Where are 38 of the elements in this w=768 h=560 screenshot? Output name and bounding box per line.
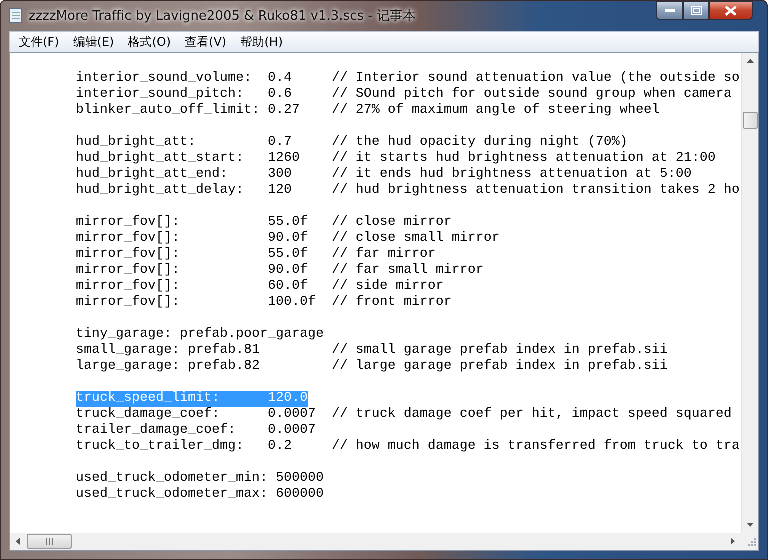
close-icon [725,6,737,16]
close-button[interactable] [709,1,753,20]
text-line: interior_sound_pitch: 0.6 // SOund pitch for outside sound group when camera [76,87,732,103]
text-line: truck_to_trailer_dmg: 0.2 // how much damage is transferred from truck to tra [76,439,740,455]
text-line: mirror_fov[]: 90.0f // close small mirror [76,231,500,247]
text-line: hud_bright_att_end: 300 // it ends hud brightness attenuation at 5:00 [76,167,692,183]
text-line: mirror_fov[]: 55.0f // close mirror [76,215,452,231]
text-line: interior_sound_volume: 0.4 // Interior sound attenuation value (the outside so [76,71,740,87]
menu-item[interactable]: 查看(V) [178,34,234,50]
menu-item[interactable]: 帮助(H) [234,34,290,50]
text-line: small_garage: prefab.81 // small garage prefab index in prefab.sii [76,343,668,359]
menu-item[interactable]: 格式(O) [121,34,178,50]
text-line: mirror_fov[]: 55.0f // far mirror [76,247,436,263]
menu-item[interactable]: 编辑(E) [66,34,122,50]
window-title: zzzzMore Traffic by Lavigne2005 & Ruko81 v1.3.scs - 记事本 [29,8,416,25]
text-line: hud_bright_att: 0.7 // the hud opacity during night (70%) [76,135,628,151]
scroll-thumb[interactable] [27,534,72,549]
horizontal-scrollbar[interactable] [10,533,741,550]
notepad-icon [9,8,23,24]
maximize-button[interactable] [683,1,709,20]
text-line: hud_bright_att_delay: 120 // hud brightness attenuation transition takes 2 ho [76,183,740,199]
text-line: trailer_damage_coef: 0.0007 [76,423,316,439]
text-line: large_garage: prefab.82 // large garage prefab index in prefab.sii [76,359,668,375]
maximize-icon [690,6,702,15]
text-line: blinker_auto_off_limit: 0.27 // 27% of maximum angle of steering wheel [76,103,660,119]
minimize-icon [664,8,674,12]
menu-item[interactable]: 文件(F) [12,34,66,50]
text-line: tiny_garage: prefab.poor_garage [76,327,324,343]
text-line: mirror_fov[]: 90.0f // far small mirror [76,263,484,279]
text-line: hud_bright_att_start: 1260 // it starts hud brightness attenuation at 21:00 [76,151,716,167]
text-line: mirror_fov[]: 60.0f // side mirror [76,279,444,295]
minimize-button[interactable] [656,1,683,20]
text-line: mirror_fov[]: 100.0f // front mirror [76,295,452,311]
scroll-thumb[interactable] [742,112,758,129]
text-line: used_truck_odometer_min: 500000 [76,471,324,487]
vertical-scrollbar[interactable] [741,53,758,533]
text-line: truck_damage_coef: 0.0007 // truck damage coef per hit, impact speed squared [76,407,732,423]
text-line: used_truck_odometer_max: 600000 [76,487,324,503]
